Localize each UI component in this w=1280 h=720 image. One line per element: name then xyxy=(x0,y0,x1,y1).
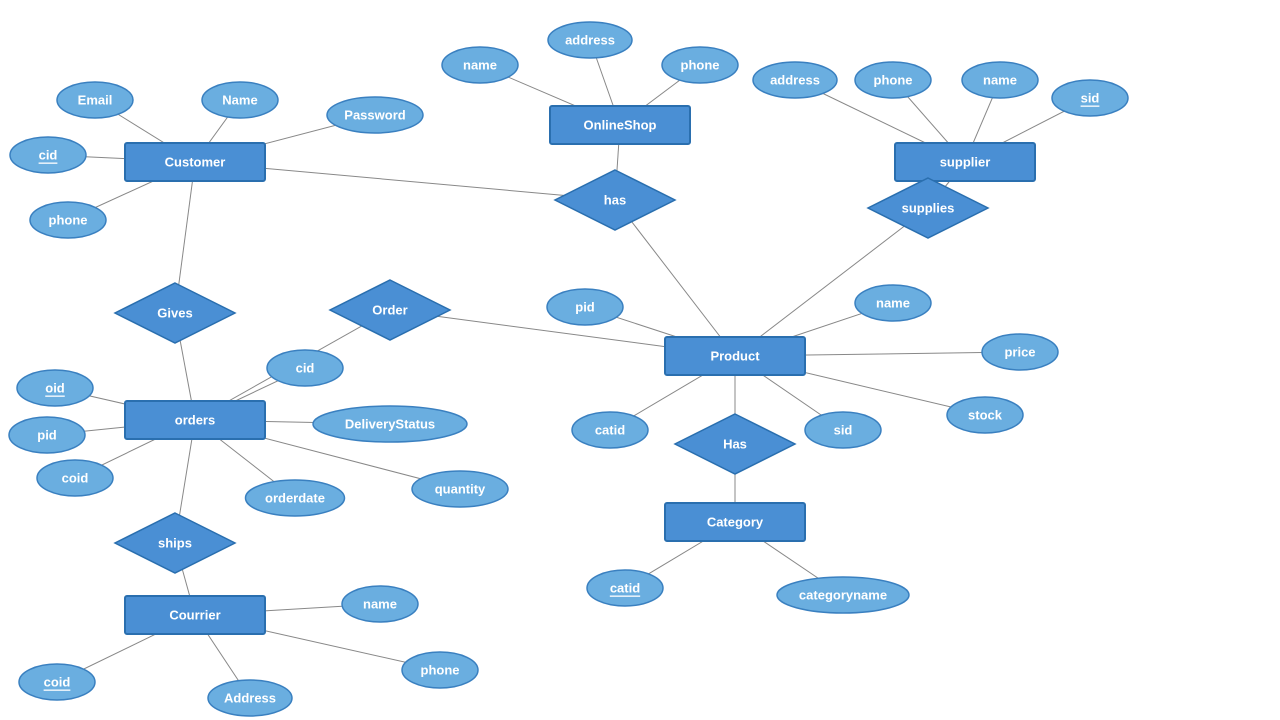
svg-text:cid: cid xyxy=(296,361,315,376)
svg-text:Name: Name xyxy=(222,93,257,108)
svg-text:supplier: supplier xyxy=(940,155,991,170)
svg-text:stock: stock xyxy=(968,408,1003,423)
svg-text:has: has xyxy=(604,193,626,208)
svg-text:phone: phone xyxy=(49,213,88,228)
svg-text:Email: Email xyxy=(78,93,113,108)
svg-text:sid: sid xyxy=(1081,91,1100,106)
svg-text:Password: Password xyxy=(344,108,405,123)
er-diagram: OnlineShop Customer supplier Product orders C… xyxy=(0,0,1280,720)
svg-text:address: address xyxy=(770,73,820,88)
svg-text:name: name xyxy=(463,58,497,73)
svg-text:quantity: quantity xyxy=(435,482,486,497)
svg-text:supplies: supplies xyxy=(902,201,955,216)
svg-text:Customer: Customer xyxy=(165,155,226,170)
svg-text:catid: catid xyxy=(595,423,625,438)
svg-text:name: name xyxy=(876,296,910,311)
svg-text:name: name xyxy=(983,73,1017,88)
svg-text:catid: catid xyxy=(610,581,640,596)
svg-text:orderdate: orderdate xyxy=(265,491,325,506)
svg-text:phone: phone xyxy=(421,663,460,678)
svg-text:sid: sid xyxy=(834,423,853,438)
svg-text:address: address xyxy=(565,33,615,48)
svg-text:pid: pid xyxy=(37,428,57,443)
diagram-canvas: OnlineShop Customer supplier Product orders C… xyxy=(0,0,1280,720)
svg-text:categoryname: categoryname xyxy=(799,588,887,603)
svg-text:OnlineShop: OnlineShop xyxy=(584,118,657,133)
svg-text:phone: phone xyxy=(874,73,913,88)
svg-text:Product: Product xyxy=(710,349,760,364)
svg-text:pid: pid xyxy=(575,300,595,315)
svg-text:coid: coid xyxy=(62,471,89,486)
svg-text:Has: Has xyxy=(723,437,747,452)
svg-text:Order: Order xyxy=(372,303,407,318)
svg-text:Address: Address xyxy=(224,691,276,706)
svg-text:oid: oid xyxy=(45,381,65,396)
svg-text:Category: Category xyxy=(707,515,764,530)
svg-text:Courrier: Courrier xyxy=(169,608,220,623)
svg-text:price: price xyxy=(1004,345,1035,360)
svg-text:phone: phone xyxy=(681,58,720,73)
svg-text:orders: orders xyxy=(175,413,215,428)
svg-text:coid: coid xyxy=(44,675,71,690)
svg-text:name: name xyxy=(363,597,397,612)
svg-text:DeliveryStatus: DeliveryStatus xyxy=(345,417,435,432)
svg-text:Gives: Gives xyxy=(157,306,192,321)
svg-text:cid: cid xyxy=(39,148,58,163)
svg-text:ships: ships xyxy=(158,536,192,551)
